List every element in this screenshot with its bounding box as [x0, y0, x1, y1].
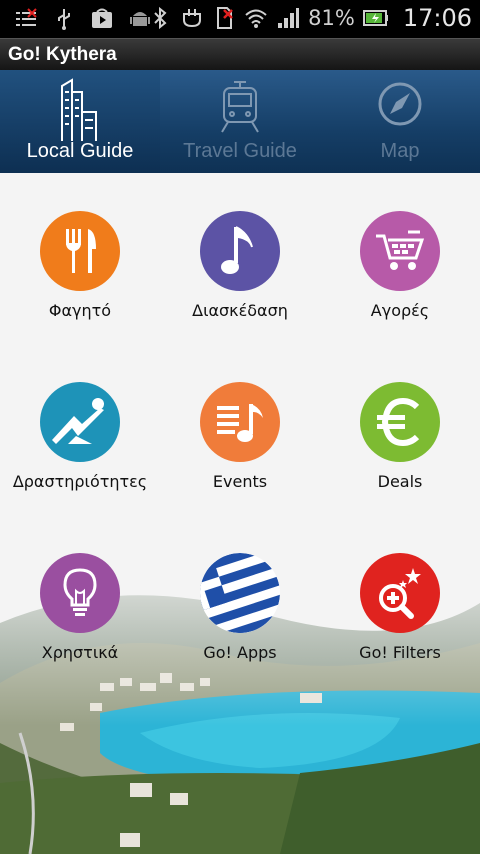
category-deals[interactable]: Deals	[320, 344, 480, 491]
euro-icon	[377, 397, 420, 447]
category-label: Events	[212, 472, 268, 491]
data-transfer-icon	[183, 9, 202, 28]
signal-icon	[278, 8, 300, 28]
shopping-cart-icon	[376, 230, 425, 270]
category-label: Deals	[377, 472, 423, 491]
category-label: Go! Filters	[359, 643, 441, 662]
bluetooth-icon	[154, 6, 167, 30]
app-title-bar: Go! Kythera	[0, 38, 480, 70]
notification-list-icon	[16, 8, 37, 26]
category-activities-circle[interactable]	[40, 382, 120, 462]
fork-knife-icon	[66, 229, 96, 273]
category-events-circle[interactable]	[200, 382, 280, 462]
tab-label: Map	[380, 140, 420, 162]
compass-icon	[378, 82, 422, 126]
category-label: Διασκέδαση	[192, 301, 288, 320]
tab-label: Local Guide	[26, 140, 134, 162]
status-bar: 81% 17:06	[0, 0, 480, 38]
category-go-apps-circle[interactable]	[200, 553, 280, 633]
category-food[interactable]: Φαγητό	[0, 173, 160, 320]
category-deals-circle[interactable]	[360, 382, 440, 462]
category-events[interactable]: Events	[160, 344, 320, 491]
category-shopping[interactable]: Αγορές	[320, 173, 480, 320]
lightbulb-icon	[63, 568, 97, 616]
app-title: Go! Kythera	[8, 44, 117, 65]
music-note-icon	[221, 226, 253, 274]
wifi-icon	[245, 9, 267, 28]
activity-icon	[52, 398, 104, 444]
tab-travel-guide[interactable]: Travel Guide	[160, 70, 320, 173]
battery-percent: 81%	[308, 6, 355, 30]
music-list-icon	[217, 404, 263, 442]
category-entertainment-circle[interactable]	[200, 211, 280, 291]
main-content: Φαγητό Διασκέδαση Αγορές Δραστηριότητες …	[0, 173, 480, 854]
tab-map[interactable]: Map	[320, 70, 480, 173]
tab-bar: Local Guide Travel Guide Map	[0, 70, 480, 243]
category-go-filters[interactable]: Go! Filters	[320, 515, 480, 662]
category-shopping-circle[interactable]	[360, 211, 440, 291]
play-store-icon	[92, 8, 112, 28]
category-food-circle[interactable]	[40, 211, 120, 291]
tab-local-guide[interactable]: Local Guide	[0, 70, 160, 173]
category-grid: Φαγητό Διασκέδαση Αγορές Δραστηριότητες …	[0, 173, 480, 854]
category-go-filters-circle[interactable]	[360, 553, 440, 633]
category-label: Χρηστικά	[41, 643, 119, 662]
battery-charging-icon	[362, 10, 388, 26]
category-utilities[interactable]: Χρηστικά	[0, 515, 160, 662]
category-label: Αγορές	[370, 301, 430, 320]
tab-label: Travel Guide	[183, 140, 297, 162]
category-entertainment[interactable]: Διασκέδαση	[160, 173, 320, 320]
clock: 17:06	[402, 4, 472, 32]
buildings-icon	[61, 78, 97, 141]
train-icon	[221, 81, 259, 133]
category-activities[interactable]: Δραστηριότητες	[0, 344, 160, 491]
usb-icon	[58, 9, 70, 30]
category-label: Φαγητό	[48, 301, 112, 320]
zoom-stars-icon	[379, 568, 421, 619]
greek-flag-icon	[200, 553, 280, 633]
category-go-apps[interactable]: Go! Apps	[160, 515, 320, 662]
category-label: Go! Apps	[203, 643, 277, 662]
sim-error-icon	[217, 7, 234, 29]
category-label: Δραστηριότητες	[12, 472, 148, 491]
category-utilities-circle[interactable]	[40, 553, 120, 633]
